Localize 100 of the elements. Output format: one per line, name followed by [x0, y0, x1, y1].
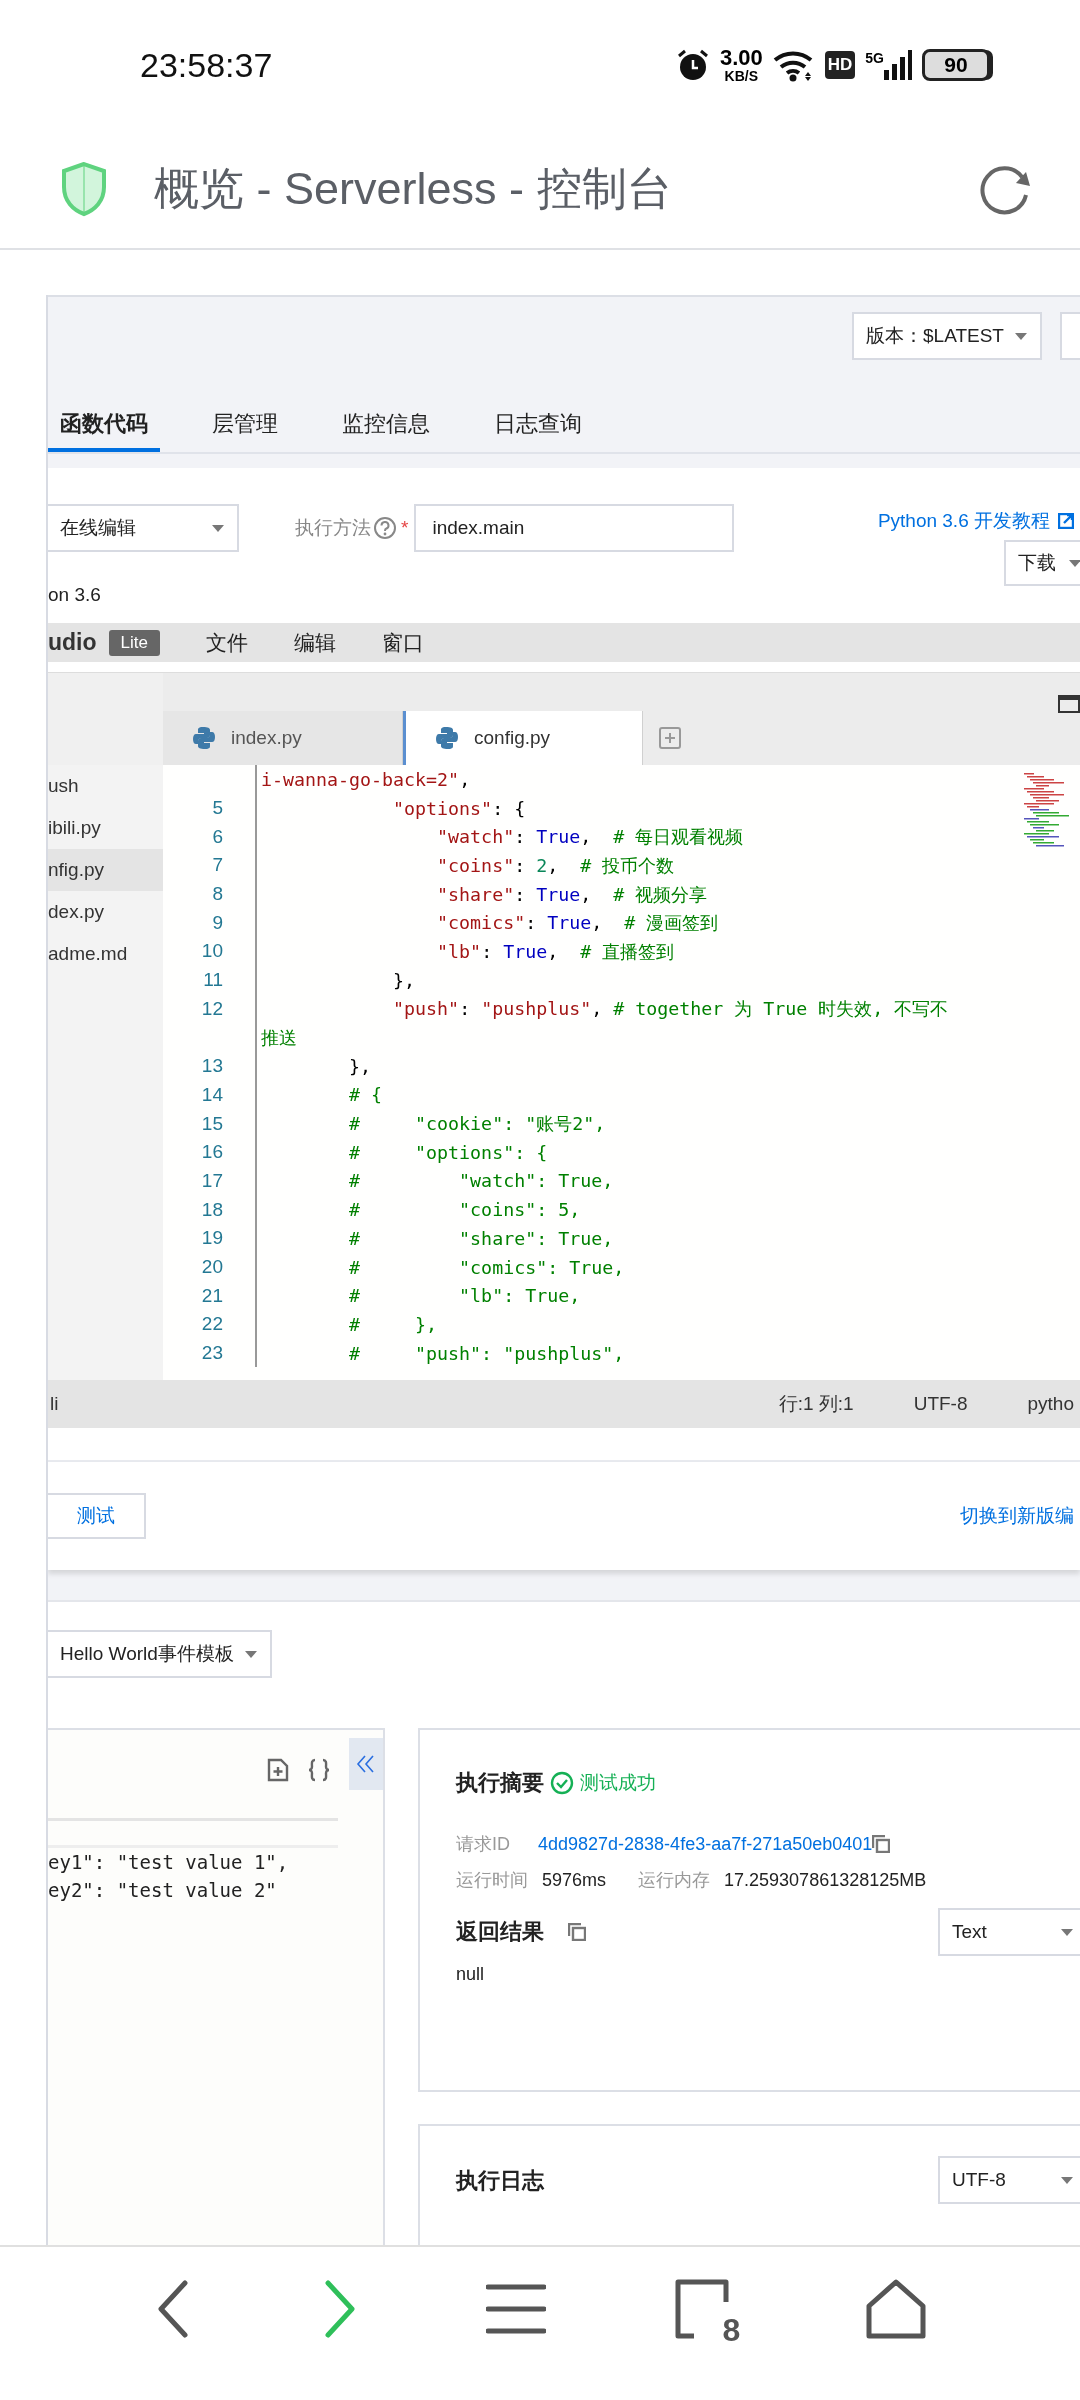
line-number: 9 [212, 911, 223, 934]
line-number: 13 [201, 1055, 223, 1078]
copy-icon[interactable] [872, 1835, 891, 1853]
python-icon [436, 725, 460, 751]
line-number: 19 [201, 1227, 223, 1250]
caret-icon [1060, 2175, 1074, 2185]
code-line: # "coins": 5, [255, 1195, 581, 1224]
line-number: 8 [212, 883, 223, 906]
code-line: ey1": "test value 1", [48, 1850, 290, 1875]
encoding-select[interactable]: UTF-8 [938, 2156, 1080, 2204]
code-line: # "share": True, [255, 1224, 614, 1253]
function-tab[interactable]: 监控信息 [330, 400, 442, 452]
alarm-icon [675, 48, 710, 82]
cursor-position: 行:1 列:1 [778, 1392, 854, 1416]
code-line: ey2": "test value 2" [48, 1878, 278, 1903]
code-line: }, [255, 1051, 372, 1081]
code-line: "options": { [255, 793, 526, 823]
code-line: "push": "pushplus", # together 为 True 时失效, 不写不 [255, 994, 949, 1024]
line-number: 14 [201, 1083, 223, 1106]
version-select[interactable]: 版本：$LATEST [852, 312, 1042, 360]
event-template-select[interactable]: Hello World事件模板 [48, 1630, 272, 1678]
section-title: 执行日志 [456, 2167, 544, 2195]
code-line: "lb": True, # 直播签到 [255, 937, 675, 966]
code-line: # "watch": True, [255, 1166, 614, 1196]
field-label: 运行内存 [638, 1869, 711, 1892]
line-number: 23 [201, 1342, 223, 1365]
menu-item[interactable]: 编辑 [293, 628, 336, 657]
edit-mode-select[interactable]: 在线编辑 [48, 504, 239, 552]
line-number: 6 [212, 825, 223, 848]
line-number: 16 [201, 1141, 223, 1164]
code-line: "watch": True, # 每日观看视频 [255, 822, 744, 852]
code-line: # "push": "pushplus", [255, 1338, 625, 1368]
menu-item[interactable]: 窗口 [381, 628, 424, 657]
status-text: 测试成功 [580, 1771, 656, 1795]
network-type: 5G [865, 50, 884, 66]
handler-field[interactable]: index.main [414, 504, 735, 552]
menu-item[interactable]: 文件 [205, 628, 248, 657]
function-tab[interactable]: 层管理 [200, 400, 290, 452]
runtime-text: on 3.6 [48, 583, 102, 607]
code-line: # { [255, 1080, 383, 1110]
window-icon[interactable] [1058, 695, 1080, 713]
line-number: 11 [203, 969, 223, 992]
collapse-icon[interactable] [349, 1738, 383, 1790]
switch-editor-link[interactable]: 切换到新版编 [960, 1503, 1074, 1529]
caret-icon [211, 523, 225, 533]
field-label: 请求ID [456, 1833, 510, 1856]
line-number: 10 [201, 940, 223, 963]
file-item[interactable]: adme.md [48, 933, 163, 975]
file-item[interactable]: ush [48, 765, 163, 807]
line-number: 17 [201, 1169, 223, 1192]
encoding-text: UTF-8 [913, 1393, 968, 1415]
clock-time: 23:58:37 [140, 45, 273, 85]
add-file-icon[interactable] [267, 1758, 289, 1782]
code-line: }, [255, 965, 416, 995]
tabs-button[interactable]: 8 [672, 2277, 739, 2340]
tutorial-link[interactable]: Python 3.6 开发教程 [877, 508, 1050, 534]
line-number: 18 [201, 1198, 223, 1221]
braces-icon[interactable] [307, 1758, 331, 1782]
lite-badge: Lite [108, 629, 160, 656]
file-item[interactable]: ibili.py [48, 807, 163, 849]
line-number: 5 [212, 797, 223, 820]
code-line: "comics": True, # 漫画签到 [255, 908, 719, 938]
copy-icon[interactable] [568, 1923, 586, 1941]
line-number: 15 [201, 1112, 223, 1135]
test-button[interactable]: 测试 [48, 1493, 146, 1539]
hd-badge: HD [824, 51, 856, 79]
download-button[interactable]: 下载 [1004, 540, 1080, 586]
caret-icon [1060, 1927, 1074, 1937]
field-value: 5976ms [542, 1869, 607, 1891]
line-number: 12 [201, 997, 223, 1020]
home-icon[interactable] [864, 2277, 927, 2340]
function-tab[interactable]: 日志查询 [482, 400, 594, 452]
function-tab[interactable]: 函数代码 [48, 400, 160, 452]
page-title: 概览 - Serverless - 控制台 [154, 162, 672, 216]
editor-tab[interactable]: index.py [163, 711, 403, 765]
help-icon [373, 516, 397, 540]
status-text: li [50, 1393, 59, 1415]
section-title: 执行摘要 [456, 1769, 544, 1797]
language-text: pytho [1027, 1393, 1074, 1415]
line-number: 20 [201, 1256, 223, 1279]
caret-icon [1014, 331, 1028, 341]
shield-icon [60, 161, 108, 217]
line-number: 21 [201, 1284, 223, 1307]
format-select[interactable]: Text [938, 1908, 1080, 1956]
request-id-link[interactable]: 4dd9827d-2838-4fe3-aa7f-271a50eb0401 [538, 1833, 873, 1855]
field-label: 执行方法 [295, 516, 371, 540]
required-mark: * [401, 517, 409, 539]
file-item[interactable]: dex.py [48, 891, 163, 933]
caret-icon [244, 1649, 258, 1659]
wifi-icon [772, 48, 815, 82]
section-title: 返回结果 [456, 1918, 544, 1946]
editor-tab[interactable]: config.py [403, 711, 643, 765]
battery-level: 90 [944, 53, 968, 77]
code-line: # "cookie": "账号2", [255, 1109, 606, 1138]
external-link-icon [1058, 513, 1074, 529]
line-number: 22 [201, 1313, 223, 1336]
speed-unit: KB/S [724, 69, 759, 83]
file-item[interactable]: nfig.py [48, 849, 163, 891]
code-line: # "comics": True, [255, 1252, 625, 1282]
code-line: 推送 [255, 1023, 297, 1052]
